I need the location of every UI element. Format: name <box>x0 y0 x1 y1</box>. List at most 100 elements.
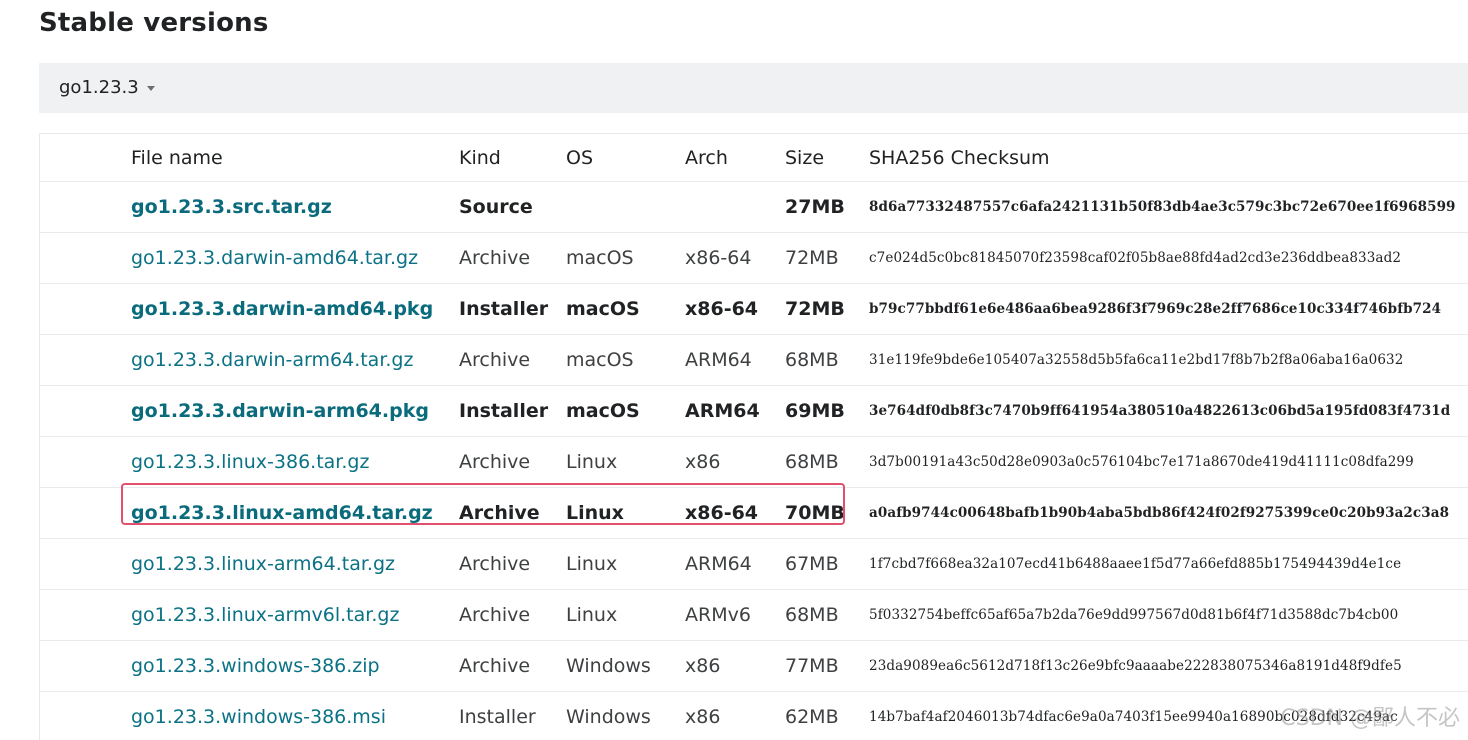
table-row: go1.23.3.darwin-arm64.tar.gz Archive macOS… <box>40 334 1468 386</box>
file-name-cell: go1.23.3.darwin-arm64.pkg <box>131 385 459 437</box>
row-spacer <box>40 691 131 740</box>
sha256-cell: 8d6a77332487557c6afa2421131b50f83db4ae3c… <box>869 181 1468 233</box>
header-spacer <box>40 134 131 182</box>
file-name-cell: go1.23.3.linux-386.tar.gz <box>131 436 459 488</box>
kind-cell: Installer <box>459 691 566 740</box>
download-link[interactable]: go1.23.3.linux-armv6l.tar.gz <box>131 604 399 626</box>
header-file-name: File name <box>131 134 459 182</box>
sha256-cell: 31e119fe9bde6e105407a32558d5b5fa6ca11e2b… <box>869 334 1468 386</box>
file-name-cell: go1.23.3.darwin-amd64.pkg <box>131 283 459 335</box>
file-name-cell: go1.23.3.linux-amd64.tar.gz <box>131 487 459 539</box>
sha256-cell: 3e764df0db8f3c7470b9ff641954a380510a4822… <box>869 385 1468 437</box>
download-link[interactable]: go1.23.3.darwin-amd64.tar.gz <box>131 247 418 269</box>
arch-cell: ARM64 <box>685 385 785 437</box>
kind-cell: Installer <box>459 283 566 335</box>
table-row: go1.23.3.linux-armv6l.tar.gz Archive Linux… <box>40 589 1468 641</box>
download-link[interactable]: go1.23.3.src.tar.gz <box>131 196 332 218</box>
os-cell: Linux <box>566 589 685 641</box>
table-row: go1.23.3.linux-386.tar.gz Archive Linux x86… <box>40 436 1468 488</box>
kind-cell: Archive <box>459 436 566 488</box>
arch-cell: x86 <box>685 436 785 488</box>
size-cell: 69MB <box>785 385 869 437</box>
file-name-cell: go1.23.3.src.tar.gz <box>131 181 459 233</box>
kind-cell: Installer <box>459 385 566 437</box>
arch-cell: ARMv6 <box>685 589 785 641</box>
arch-cell: x86-64 <box>685 283 785 335</box>
header-arch: Arch <box>685 134 785 182</box>
table-row: go1.23.3.linux-amd64.tar.gz Archive Linux x… <box>40 487 1468 539</box>
row-spacer <box>40 487 131 539</box>
download-link[interactable]: go1.23.3.linux-386.tar.gz <box>131 451 369 473</box>
header-size: Size <box>785 134 869 182</box>
version-selector[interactable]: go1.23.3 <box>59 77 155 98</box>
table-row: go1.23.3.darwin-arm64.pkg Installer macOS A… <box>40 385 1468 437</box>
size-cell: 68MB <box>785 334 869 386</box>
kind-cell: Archive <box>459 232 566 284</box>
sha256-cell: c7e024d5c0bc81845070f23598caf02f05b8ae88… <box>869 232 1468 284</box>
table-row: go1.23.3.darwin-amd64.pkg Installer macOS x… <box>40 283 1468 335</box>
os-cell: Windows <box>566 640 685 692</box>
size-cell: 27MB <box>785 181 869 233</box>
sha256-cell: 3d7b00191a43c50d28e0903a0c576104bc7e171a… <box>869 436 1468 488</box>
download-link[interactable]: go1.23.3.windows-386.zip <box>131 655 380 677</box>
os-cell <box>566 181 685 233</box>
downloads-table: File name Kind OS Arch Size SHA256 Check… <box>40 134 1468 740</box>
sha256-cell: 1f7cbd7f668ea32a107ecd41b6488aaee1f5d77a… <box>869 538 1468 590</box>
arch-cell: x86 <box>685 640 785 692</box>
arch-cell: x86-64 <box>685 487 785 539</box>
size-cell: 72MB <box>785 283 869 335</box>
os-cell: macOS <box>566 283 685 335</box>
os-cell: macOS <box>566 334 685 386</box>
download-link[interactable]: go1.23.3.darwin-amd64.pkg <box>131 298 433 320</box>
table-row: go1.23.3.src.tar.gz Source 27MB 8d6a7733248… <box>40 181 1468 233</box>
row-spacer <box>40 232 131 284</box>
arch-cell: ARM64 <box>685 538 785 590</box>
size-cell: 68MB <box>785 589 869 641</box>
table-row: go1.23.3.windows-386.zip Archive Windows x8… <box>40 640 1468 692</box>
file-name-cell: go1.23.3.darwin-arm64.tar.gz <box>131 334 459 386</box>
row-spacer <box>40 283 131 335</box>
row-spacer <box>40 334 131 386</box>
header-sha256: SHA256 Checksum <box>869 134 1468 182</box>
downloads-table-container: File name Kind OS Arch Size SHA256 Check… <box>39 133 1468 740</box>
sha256-cell: 23da9089ea6c5612d718f13c26e9bfc9aaaabe22… <box>869 640 1468 692</box>
kind-cell: Archive <box>459 334 566 386</box>
row-spacer <box>40 385 131 437</box>
version-selector-bar: go1.23.3 <box>39 63 1468 113</box>
header-kind: Kind <box>459 134 566 182</box>
table-row: go1.23.3.linux-arm64.tar.gz Archive Linux A… <box>40 538 1468 590</box>
download-link[interactable]: go1.23.3.darwin-arm64.tar.gz <box>131 349 413 371</box>
download-link[interactable]: go1.23.3.linux-amd64.tar.gz <box>131 502 433 524</box>
table-header-row: File name Kind OS Arch Size SHA256 Check… <box>40 134 1468 182</box>
os-cell: macOS <box>566 385 685 437</box>
file-name-cell: go1.23.3.windows-386.msi <box>131 691 459 740</box>
os-cell: Linux <box>566 538 685 590</box>
arch-cell <box>685 181 785 233</box>
size-cell: 77MB <box>785 640 869 692</box>
download-link[interactable]: go1.23.3.darwin-arm64.pkg <box>131 400 429 422</box>
kind-cell: Archive <box>459 589 566 641</box>
size-cell: 68MB <box>785 436 869 488</box>
download-link[interactable]: go1.23.3.linux-arm64.tar.gz <box>131 553 395 575</box>
file-name-cell: go1.23.3.linux-armv6l.tar.gz <box>131 589 459 641</box>
kind-cell: Archive <box>459 640 566 692</box>
caret-down-icon <box>146 86 155 91</box>
row-spacer <box>40 640 131 692</box>
table-row: go1.23.3.darwin-amd64.tar.gz Archive macOS… <box>40 232 1468 284</box>
os-cell: Windows <box>566 691 685 740</box>
watermark: CSDN @鄙人不必 <box>1280 706 1460 731</box>
sha256-cell: b79c77bbdf61e6e486aa6bea9286f3f7969c28e2… <box>869 283 1468 335</box>
file-name-cell: go1.23.3.linux-arm64.tar.gz <box>131 538 459 590</box>
download-link[interactable]: go1.23.3.windows-386.msi <box>131 706 386 728</box>
os-cell: macOS <box>566 232 685 284</box>
kind-cell: Archive <box>459 538 566 590</box>
version-selected-label: go1.23.3 <box>59 77 139 98</box>
file-name-cell: go1.23.3.darwin-amd64.tar.gz <box>131 232 459 284</box>
file-name-cell: go1.23.3.windows-386.zip <box>131 640 459 692</box>
os-cell: Linux <box>566 436 685 488</box>
row-spacer <box>40 589 131 641</box>
table-row: go1.23.3.windows-386.msi Installer Windows… <box>40 691 1468 740</box>
kind-cell: Archive <box>459 487 566 539</box>
size-cell: 62MB <box>785 691 869 740</box>
row-spacer <box>40 436 131 488</box>
